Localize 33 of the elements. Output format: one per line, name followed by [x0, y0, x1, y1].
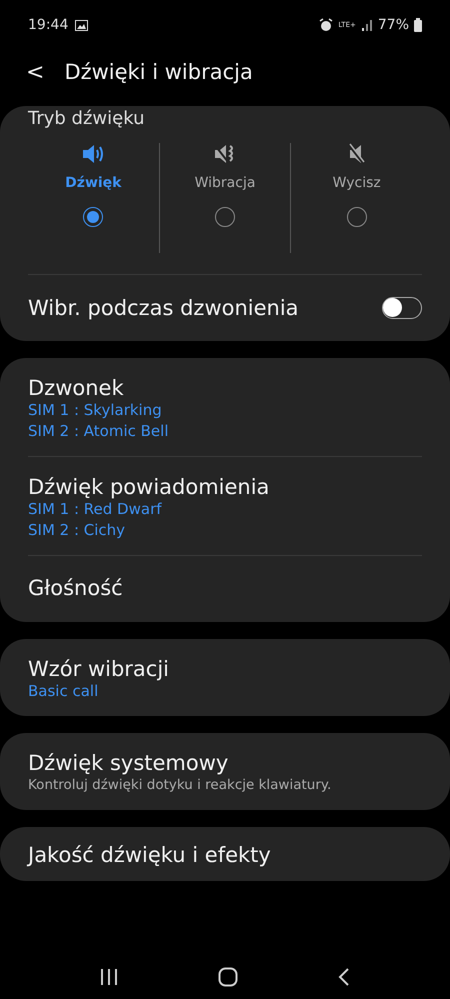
status-time: 19:44 — [28, 17, 68, 33]
setting-value: Basic call — [28, 681, 100, 702]
signal-icon — [360, 19, 373, 31]
setting-value: SIM 2 : Atomic Bell — [28, 421, 170, 442]
mode-label: Dźwięk — [65, 175, 122, 191]
image-icon — [75, 20, 88, 30]
home-icon[interactable] — [218, 967, 238, 987]
setting-value: SIM 1 : Skylarking — [28, 400, 163, 421]
radio-button[interactable] — [215, 207, 235, 227]
alarm-icon — [319, 18, 334, 32]
setting-title[interactable]: Dzwonek — [28, 376, 422, 400]
back-button[interactable]: < — [20, 60, 50, 84]
setting-value: SIM 1 : Red Dwarf — [28, 499, 163, 520]
setting-title[interactable]: Dźwięk systemowy — [28, 751, 422, 775]
setting-title[interactable]: Jakość dźwięku i efekty — [28, 843, 422, 867]
page-title: Dźwięki i wibracja — [64, 60, 253, 84]
mode-label: Wibracja — [194, 175, 256, 191]
setting-title[interactable]: Głośność — [28, 576, 422, 600]
radio-button[interactable] — [83, 207, 104, 227]
setting-value: SIM 2 : Cichy — [28, 520, 126, 541]
setting-description: Kontroluj dźwięki dotyku i reakcje klawiatury. — [28, 776, 332, 795]
battery-icon — [414, 18, 422, 32]
speaker-icon — [81, 143, 106, 165]
toggle-switch[interactable] — [382, 297, 422, 319]
section-title: Tryb dźwięku — [28, 108, 146, 129]
setting-title[interactable]: Wzór wibracji — [28, 657, 422, 681]
battery-percent: 77% — [378, 17, 409, 33]
setting-label: Wibr. podczas dzwonienia — [28, 296, 299, 320]
back-icon[interactable] — [338, 968, 350, 986]
recent-apps-icon[interactable] — [100, 969, 118, 985]
radio-button[interactable] — [346, 207, 367, 227]
setting-title[interactable]: Dźwięk powiadomienia — [28, 475, 422, 499]
mode-label: Wycisz — [332, 175, 381, 191]
